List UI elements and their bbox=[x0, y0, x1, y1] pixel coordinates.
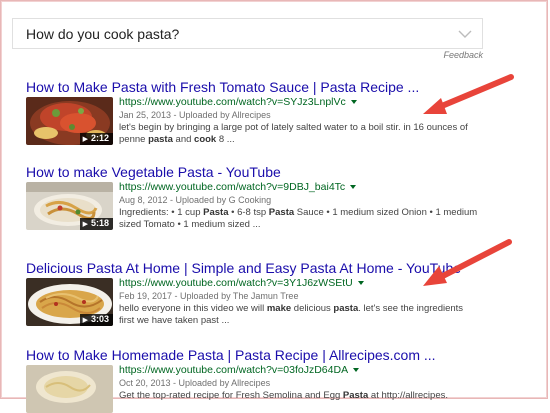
caret-down-icon[interactable] bbox=[350, 100, 357, 105]
result-title-link[interactable]: How to Make Homemade Pasta | Pasta Recip… bbox=[26, 347, 436, 363]
video-duration: 5:18 bbox=[79, 218, 113, 230]
snippet-text: at http://allrecipes. bbox=[368, 390, 448, 401]
video-thumbnail[interactable]: 5:18 bbox=[26, 182, 113, 230]
result-url: https://www.youtube.com/watch?v=03foJzD6… bbox=[119, 364, 479, 377]
snippet-highlight: Pasta bbox=[203, 207, 229, 218]
snippet-text: Get the top-rated recipe for Fresh Semol… bbox=[119, 390, 343, 401]
snippet-highlight: cook bbox=[194, 134, 217, 145]
snippet-text: hello everyone in this video we will bbox=[119, 303, 267, 314]
video-duration: 3:03 bbox=[79, 314, 113, 326]
result-title-link[interactable]: Delicious Pasta At Home | Simple and Eas… bbox=[26, 260, 461, 276]
video-thumbnail[interactable] bbox=[26, 365, 113, 413]
result-snippet: let's begin by bringing a large pot of l… bbox=[119, 122, 479, 146]
result-title-link[interactable]: How to make Vegetable Pasta - YouTube bbox=[26, 164, 281, 180]
caret-down-icon[interactable] bbox=[350, 185, 357, 190]
video-duration: 2:12 bbox=[79, 133, 113, 145]
result-date: Feb 19, 2017 - Uploaded by The Jamun Tre… bbox=[119, 291, 299, 301]
snippet-text: • 6-8 tsp bbox=[228, 207, 269, 218]
question-text: How do you cook pasta? bbox=[26, 26, 180, 42]
result-snippet: Get the top-rated recipe for Fresh Semol… bbox=[119, 390, 479, 402]
snippet-text: delicious bbox=[291, 303, 334, 314]
snippet-text: Ingredients: • 1 cup bbox=[119, 207, 204, 218]
snippet-highlight: Pasta bbox=[342, 390, 369, 401]
chevron-down-icon[interactable] bbox=[458, 29, 472, 39]
caret-down-icon[interactable] bbox=[357, 281, 364, 286]
caret-down-icon[interactable] bbox=[353, 368, 360, 373]
snippet-text: 8 ... bbox=[216, 134, 235, 145]
snippet-highlight: pasta bbox=[333, 303, 359, 314]
result-title-link[interactable]: How to Make Pasta with Fresh Tomato Sauc… bbox=[26, 79, 419, 95]
result-date: Oct 20, 2013 - Uploaded by Allrecipes bbox=[119, 378, 271, 388]
snippet-highlight: pasta bbox=[148, 134, 173, 145]
snippet-highlight: Pasta bbox=[268, 207, 295, 218]
video-thumbnail[interactable]: 3:03 bbox=[26, 278, 113, 326]
result-snippet: hello everyone in this video we will mak… bbox=[119, 303, 479, 327]
video-thumbnail[interactable]: 2:12 bbox=[26, 97, 113, 145]
feedback-link[interactable]: Feedback bbox=[443, 50, 483, 60]
result-snippet: Ingredients: • 1 cup Pasta • 6-8 tsp Pas… bbox=[119, 207, 479, 231]
red-arrow-annotation bbox=[423, 239, 512, 286]
red-arrow-annotation bbox=[423, 74, 514, 114]
result-url: https://www.youtube.com/watch?v=9DBJ_bai… bbox=[119, 181, 479, 194]
snippet-text: and bbox=[172, 134, 195, 145]
snippet-highlight: make bbox=[266, 303, 292, 314]
result-date: Aug 8, 2012 - Uploaded by G Cooking bbox=[119, 195, 272, 205]
related-question[interactable]: How do you cook pasta? bbox=[12, 18, 483, 49]
